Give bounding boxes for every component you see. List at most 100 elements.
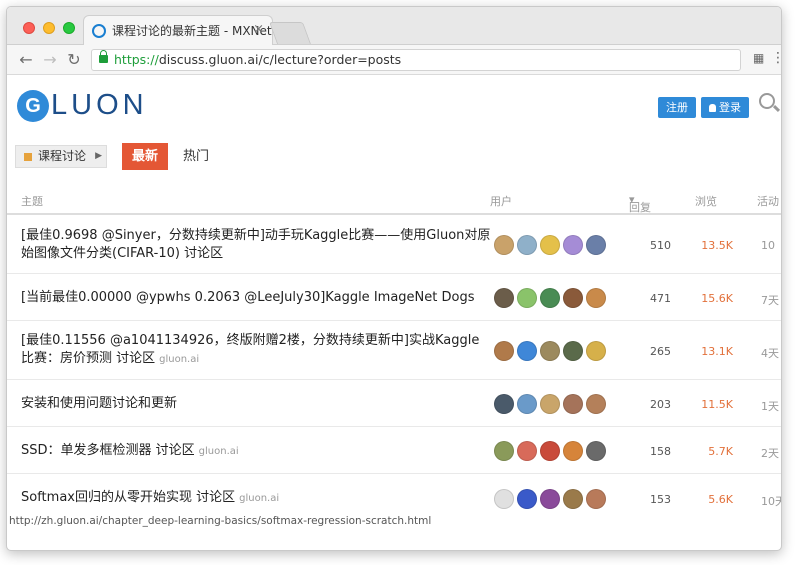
poster-avatars xyxy=(494,288,609,308)
new-tab-button[interactable] xyxy=(268,22,312,44)
close-window-button[interactable] xyxy=(23,22,35,34)
reply-count: 471 xyxy=(650,292,671,305)
category-tag[interactable]: gluon.ai xyxy=(199,446,239,457)
address-toolbar: ← → ↻ https://discuss.gluon.ai/c/lecture… xyxy=(7,45,781,75)
table-row[interactable]: [最佳0.9698 @Sinyer，分数持续更新中]动手玩Kaggle比赛——使… xyxy=(7,217,781,274)
avatar[interactable] xyxy=(586,235,606,255)
avatar[interactable] xyxy=(494,441,514,461)
topic-title[interactable]: SSD：单发多框检测器 讨论区 gluon.ai xyxy=(21,442,491,461)
table-row[interactable]: SSD：单发多框检测器 讨论区 gluon.ai 158 5.7K 2天 xyxy=(7,428,781,474)
avatar[interactable] xyxy=(494,288,514,308)
header-users: 用户 xyxy=(490,195,512,208)
avatar[interactable] xyxy=(517,441,537,461)
caret-right-icon: ▶ xyxy=(95,151,102,161)
topic-title[interactable]: Softmax回归的从零开始实现 讨论区 gluon.ai xyxy=(21,489,491,508)
topic-title-text: SSD：单发多框检测器 讨论区 xyxy=(21,443,195,458)
avatar[interactable] xyxy=(586,394,606,414)
poster-avatars xyxy=(494,341,609,361)
avatar[interactable] xyxy=(494,394,514,414)
topic-title[interactable]: 安装和使用问题讨论和更新 xyxy=(21,395,491,413)
avatar[interactable] xyxy=(494,235,514,255)
activity-time[interactable]: 7天 xyxy=(761,292,779,308)
url-bar[interactable]: https://discuss.gluon.ai/c/lecture?order… xyxy=(91,49,741,71)
avatar[interactable] xyxy=(586,341,606,361)
user-icon xyxy=(709,104,716,112)
back-arrow-icon[interactable]: ← xyxy=(17,50,35,69)
category-tag[interactable]: gluon.ai xyxy=(239,493,279,504)
avatar[interactable] xyxy=(540,235,560,255)
topic-title-text: Softmax回归的从零开始实现 讨论区 xyxy=(21,490,236,505)
browser-tab-active[interactable]: 课程讨论的最新主题 - MXNet / × xyxy=(83,15,273,45)
avatar[interactable] xyxy=(517,341,537,361)
avatar[interactable] xyxy=(494,489,514,509)
avatar[interactable] xyxy=(517,235,537,255)
header-activity[interactable]: 活动 xyxy=(757,193,779,209)
navigation-pills: 课程讨论 ▶ 最新 热门 xyxy=(7,141,781,175)
maximize-window-button[interactable] xyxy=(63,22,75,34)
avatar[interactable] xyxy=(563,394,583,414)
avatar[interactable] xyxy=(563,341,583,361)
avatar[interactable] xyxy=(517,489,537,509)
forward-arrow-icon[interactable]: → xyxy=(41,50,59,69)
table-row[interactable]: [最佳0.11556 @a1041134926，终版附赠2楼，分数持续更新中]实… xyxy=(7,322,781,380)
topic-title[interactable]: [最佳0.11556 @a1041134926，终版附赠2楼，分数持续更新中]实… xyxy=(21,332,491,369)
avatar[interactable] xyxy=(540,441,560,461)
browser-menu-icon[interactable]: ⋮ xyxy=(771,50,781,66)
translate-icon[interactable]: ▦ xyxy=(753,51,764,65)
avatar[interactable] xyxy=(540,489,560,509)
login-button[interactable]: 登录 xyxy=(701,97,749,118)
header-topic[interactable]: 主题 xyxy=(21,193,43,209)
tab-close-icon[interactable]: × xyxy=(253,22,264,37)
activity-time[interactable]: 2天 xyxy=(761,445,779,461)
site-header: G LUON 注册 登录 xyxy=(7,76,781,136)
avatar[interactable] xyxy=(494,341,514,361)
lock-icon xyxy=(99,50,108,63)
view-count: 13.1K xyxy=(701,345,733,358)
search-icon[interactable] xyxy=(759,93,775,109)
poster-avatars xyxy=(494,235,609,255)
avatar[interactable] xyxy=(540,394,560,414)
avatar[interactable] xyxy=(586,441,606,461)
avatar[interactable] xyxy=(563,441,583,461)
avatar[interactable] xyxy=(540,341,560,361)
tab-title: 课程讨论的最新主题 - MXNet / xyxy=(112,24,273,38)
browser-window: 课程讨论的最新主题 - MXNet / × ← → ↻ https://disc… xyxy=(6,6,782,551)
avatar[interactable] xyxy=(563,235,583,255)
avatar[interactable] xyxy=(586,288,606,308)
avatar[interactable] xyxy=(563,288,583,308)
topic-title-text: [最佳0.11556 @a1041134926，终版附赠2楼，分数持续更新中]实… xyxy=(21,333,480,366)
topic-title[interactable]: [当前最佳0.00000 @ypwhs 0.2063 @LeeJuly30]Ka… xyxy=(21,289,491,307)
topic-title[interactable]: [最佳0.9698 @Sinyer，分数持续更新中]动手玩Kaggle比赛——使… xyxy=(21,227,491,263)
poster-avatars xyxy=(494,394,609,414)
header-replies[interactable]: 回复 ▾ xyxy=(629,193,651,214)
topic-title-text: [最佳0.9698 @Sinyer，分数持续更新中]动手玩Kaggle比赛——使… xyxy=(21,228,491,261)
gluon-logo[interactable]: G LUON xyxy=(17,89,148,122)
avatar[interactable] xyxy=(586,489,606,509)
activity-time[interactable]: 1天 xyxy=(761,398,779,414)
avatar[interactable] xyxy=(563,489,583,509)
register-button[interactable]: 注册 xyxy=(658,97,696,118)
category-label: 课程讨论 xyxy=(38,149,87,163)
activity-time[interactable]: 4天 xyxy=(761,345,779,361)
url-scheme: https:// xyxy=(114,52,159,67)
activity-time[interactable]: 10 xyxy=(761,239,775,252)
category-dropdown[interactable]: 课程讨论 ▶ xyxy=(15,145,107,168)
avatar[interactable] xyxy=(517,288,537,308)
minimize-window-button[interactable] xyxy=(43,22,55,34)
topic-title-text: [当前最佳0.00000 @ypwhs 0.2063 @LeeJuly30]Ka… xyxy=(21,290,475,305)
reply-count: 158 xyxy=(650,445,671,458)
avatar[interactable] xyxy=(517,394,537,414)
activity-time[interactable]: 10天 xyxy=(761,493,781,509)
tab-latest[interactable]: 最新 xyxy=(122,143,169,170)
table-row[interactable]: 安装和使用问题讨论和更新 203 11.5K 1天 xyxy=(7,381,781,427)
logo-wordmark: LUON xyxy=(51,89,148,121)
category-tag[interactable]: gluon.ai xyxy=(159,354,199,365)
status-bar-url: http://zh.gluon.ai/chapter_deep-learning… xyxy=(9,515,432,527)
table-row[interactable]: Softmax回归的从零开始实现 讨论区 gluon.ai 153 5.6K 10… xyxy=(7,475,781,535)
header-views[interactable]: 浏览 xyxy=(695,193,717,209)
avatar[interactable] xyxy=(540,288,560,308)
tab-top[interactable]: 热门 xyxy=(177,143,215,170)
table-row[interactable]: [当前最佳0.00000 @ypwhs 0.2063 @LeeJuly30]Ka… xyxy=(7,275,781,321)
reload-icon[interactable]: ↻ xyxy=(65,50,83,69)
view-count: 15.6K xyxy=(701,292,733,305)
